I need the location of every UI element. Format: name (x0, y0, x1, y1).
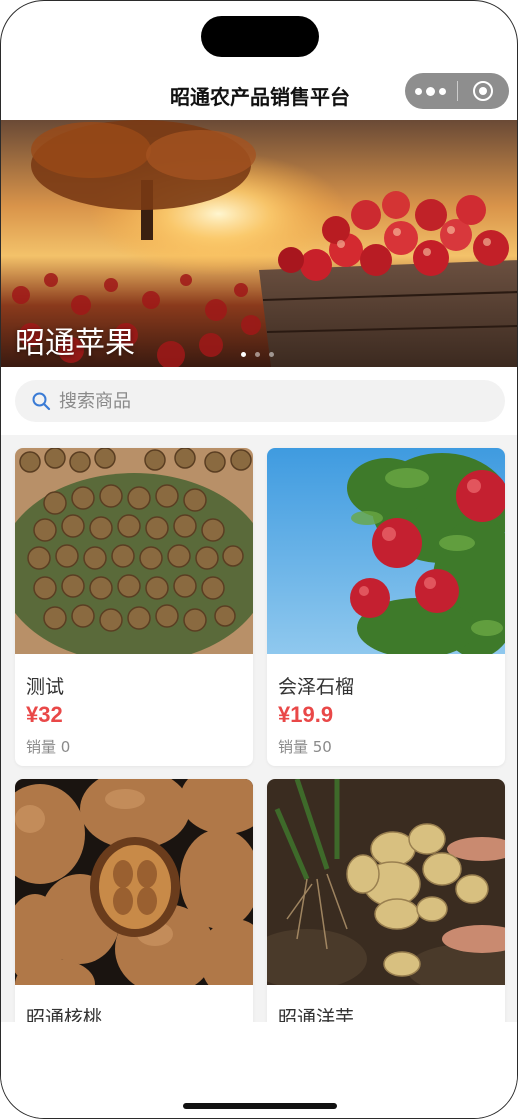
mini-program-capsule (405, 73, 509, 109)
product-card[interactable]: 会泽石榴 ¥19.9 销量 50 (267, 448, 505, 766)
search-section (1, 367, 517, 435)
product-grid: 测试 ¥32 销量 0 会泽石榴 ¥19.9 销量 50 昭通核桃 昭通洋芋 (1, 435, 517, 1022)
product-card[interactable]: 昭通核桃 (15, 779, 253, 1022)
banner-caption: 昭通苹果 (15, 326, 135, 361)
product-image-walnuts-on-leaf (15, 448, 253, 654)
home-indicator[interactable] (183, 1103, 337, 1109)
carousel-indicator (241, 352, 274, 357)
carousel-dot[interactable] (269, 352, 274, 357)
more-menu-icon[interactable] (405, 73, 457, 109)
carousel-dot[interactable] (255, 352, 260, 357)
banner-carousel[interactable]: 昭通苹果 (1, 120, 517, 367)
close-mini-program-icon[interactable] (457, 73, 509, 109)
search-icon (32, 392, 51, 411)
carousel-dot-active[interactable] (241, 352, 246, 357)
search-bar[interactable] (15, 380, 505, 422)
dynamic-island (201, 16, 319, 57)
product-name: 会泽石榴 (278, 676, 355, 698)
product-image-potatoes-in-hands (267, 779, 505, 985)
product-name: 昭通核桃 (26, 1007, 103, 1022)
product-image-walnuts-closeup (15, 779, 253, 985)
product-price: ¥19.9 (278, 702, 334, 727)
product-name: 昭通洋芋 (278, 1007, 355, 1022)
product-price: ¥32 (26, 702, 63, 727)
product-image-pomegranates-on-tree (267, 448, 505, 654)
product-card[interactable]: 测试 ¥32 销量 0 (15, 448, 253, 766)
product-card[interactable]: 昭通洋芋 (267, 779, 505, 1022)
product-sales: 销量 50 (278, 738, 332, 756)
product-name: 测试 (26, 676, 65, 698)
phone-frame: 昭通农产品销售平台 昭通苹果 搜索商品 测试 ¥32 销量 0 会泽石榴 ¥19… (0, 0, 518, 1119)
search-input[interactable] (59, 390, 459, 412)
product-sales: 销量 0 (26, 738, 71, 756)
